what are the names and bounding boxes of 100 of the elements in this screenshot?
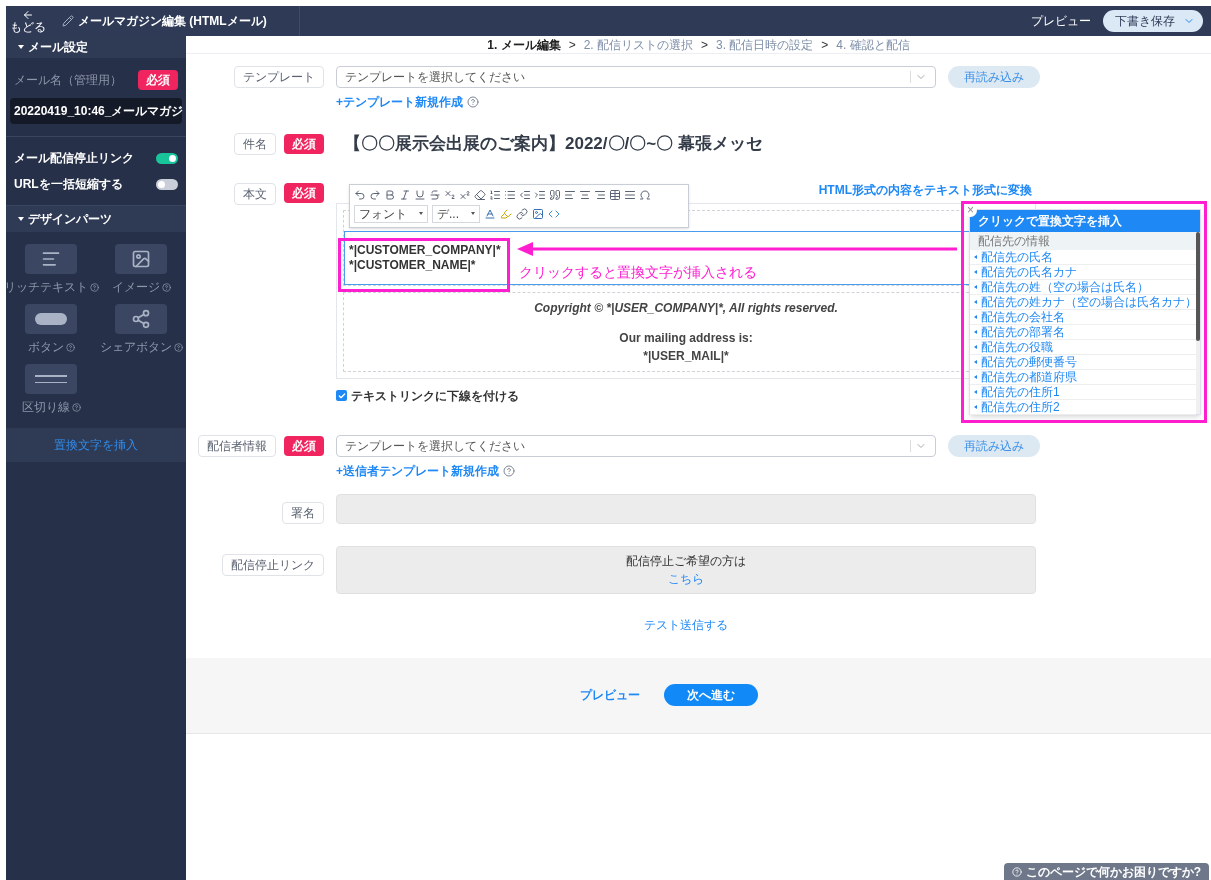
font-select[interactable]: フォント (354, 204, 428, 223)
footer-text: *|USER_MAIL|* (643, 347, 729, 365)
eraser-icon[interactable] (474, 188, 486, 201)
toggle-switch[interactable] (156, 178, 178, 190)
preview-link[interactable]: プレビュー (1031, 12, 1091, 30)
reload-button[interactable]: 再読み込み (948, 434, 1040, 457)
placeholder-item[interactable]: 配信先の郵便番号 (970, 354, 1196, 370)
required-badge: 必須 (284, 182, 324, 203)
placeholder-item[interactable]: 配信先の姓カナ（空の場合は氏名カナ） (970, 294, 1196, 310)
caret-icon (910, 439, 927, 452)
reload-button[interactable]: 再読み込み (948, 66, 1040, 88)
caret-icon (419, 212, 423, 215)
placeholder-item[interactable]: 配信先の姓（空の場合は氏名） (970, 279, 1196, 295)
merge-tag: *|CUSTOMER_COMPANY|* (349, 242, 501, 258)
align-right-icon[interactable] (594, 188, 606, 201)
outdent-icon[interactable] (519, 188, 531, 201)
signature-field[interactable] (336, 493, 1036, 524)
placeholder-item[interactable]: 配信先の都道府県 (970, 369, 1196, 385)
test-send-link[interactable]: テスト送信する (644, 615, 728, 634)
placeholder-item[interactable]: 配信先の部署名 (970, 324, 1196, 340)
subscript-icon[interactable] (444, 188, 456, 201)
bold-icon[interactable] (384, 188, 396, 201)
new-sender-template-link[interactable]: +送信者テンプレート新規作成 (336, 461, 499, 480)
italic-icon[interactable] (399, 188, 411, 201)
design-part-tile[interactable] (25, 304, 77, 334)
placeholder-item[interactable]: 配信先の氏名 (970, 249, 1196, 265)
caret-icon (974, 329, 977, 334)
section-header[interactable]: デザインパーツ (6, 206, 186, 232)
footer-text: Copyright © *|USER_COMPANY|*, All rights reserved. (534, 299, 838, 317)
field-label: 件名 (234, 132, 276, 155)
underline-icon[interactable] (414, 188, 426, 201)
image-icon[interactable] (532, 207, 544, 220)
placeholder-item[interactable]: 配信先の会社名 (970, 309, 1196, 325)
subject-text[interactable]: 【〇〇展示会出展のご案内】2022/〇/〇~〇 幕張メッセ (344, 131, 763, 157)
preview-link[interactable]: プレビュー (579, 686, 640, 704)
unsubscribe-field[interactable]: 配信停止ご希望の方は こちら (336, 545, 1036, 594)
unsubscribe-text: 配信停止ご希望の方は (626, 552, 746, 570)
caret-icon (974, 344, 977, 349)
section-header[interactable]: メール設定 (6, 36, 186, 58)
divider-line-icon (35, 375, 67, 383)
mail-name-field[interactable]: 20220419_10:46_メールマガジ (10, 98, 182, 124)
link-icon[interactable] (516, 207, 528, 220)
help-icon[interactable] (65, 342, 75, 352)
quote-icon[interactable] (549, 188, 561, 201)
placeholder-item[interactable]: 配信先の氏名カナ (970, 264, 1196, 280)
placeholder-item[interactable]: 配信先の住所2 (970, 399, 1196, 415)
back-button[interactable]: もどる (6, 6, 50, 36)
tile-label: リッチテキスト (3, 279, 88, 296)
design-part-tile[interactable] (115, 244, 167, 274)
sender-select[interactable]: テンプレートを選択してください (336, 434, 936, 457)
text-color-icon[interactable] (484, 207, 496, 220)
save-draft-button[interactable]: 下書き保存 (1103, 10, 1203, 32)
help-icon[interactable] (89, 282, 99, 292)
merge-tag: *|CUSTOMER_NAME|* (349, 257, 476, 273)
superscript-icon[interactable] (459, 188, 471, 201)
footer-text: Our mailing address is: (619, 329, 753, 347)
strikethrough-icon[interactable] (429, 188, 441, 201)
help-tab[interactable]: このページで何かお困りですか? (1003, 863, 1209, 880)
placeholder-item[interactable]: 配信先の役職 (970, 339, 1196, 355)
pill-icon (35, 313, 67, 325)
bullet-list-icon[interactable] (504, 188, 516, 201)
next-button[interactable]: 次へ進む (663, 684, 758, 706)
help-icon[interactable] (161, 282, 171, 292)
caret-icon (471, 212, 475, 215)
image-icon (131, 249, 151, 269)
size-select[interactable]: デ... (432, 204, 480, 223)
convert-to-text-link[interactable]: HTML形式の内容をテキスト形式に変換 (818, 180, 1032, 199)
design-part-tile[interactable] (25, 364, 77, 394)
indent-icon[interactable] (534, 188, 546, 201)
tile-label: シェアボタン (99, 339, 172, 356)
design-part-tile[interactable] (25, 244, 77, 274)
numbered-list-icon[interactable] (489, 188, 501, 201)
highlighter-icon[interactable] (500, 207, 512, 220)
design-part-tile[interactable] (115, 304, 167, 334)
help-icon[interactable] (71, 402, 81, 412)
unsubscribe-link[interactable]: こちら (668, 569, 704, 588)
placeholder-item[interactable]: 配信先の住所1 (970, 384, 1196, 400)
template-select[interactable]: テンプレートを選択してください (336, 66, 936, 88)
pencil-icon (62, 15, 74, 27)
required-badge: 必須 (284, 133, 324, 154)
align-center-icon[interactable] (579, 188, 591, 201)
popup-title: クリックで置換文字を挿入 (978, 212, 1122, 230)
caret-icon (974, 269, 977, 274)
new-template-link[interactable]: +テンプレート新規作成 (336, 93, 463, 111)
justify-icon[interactable] (624, 188, 636, 201)
help-icon[interactable] (173, 342, 183, 352)
align-left-icon[interactable] (564, 188, 576, 201)
field-label: テンプレート (234, 66, 324, 88)
toggle-label: メール配信停止リンク (14, 150, 134, 167)
field-label: 本文 (234, 182, 276, 205)
table-icon[interactable] (609, 188, 621, 201)
help-icon[interactable] (467, 96, 479, 108)
caret-icon (974, 404, 977, 409)
redo-icon[interactable] (369, 188, 381, 201)
toggle-switch[interactable] (156, 152, 178, 164)
caret-icon (974, 389, 977, 394)
help-icon[interactable] (503, 464, 515, 477)
checkbox[interactable] (336, 390, 347, 401)
undo-icon[interactable] (354, 188, 366, 201)
omega-icon[interactable] (639, 188, 651, 201)
